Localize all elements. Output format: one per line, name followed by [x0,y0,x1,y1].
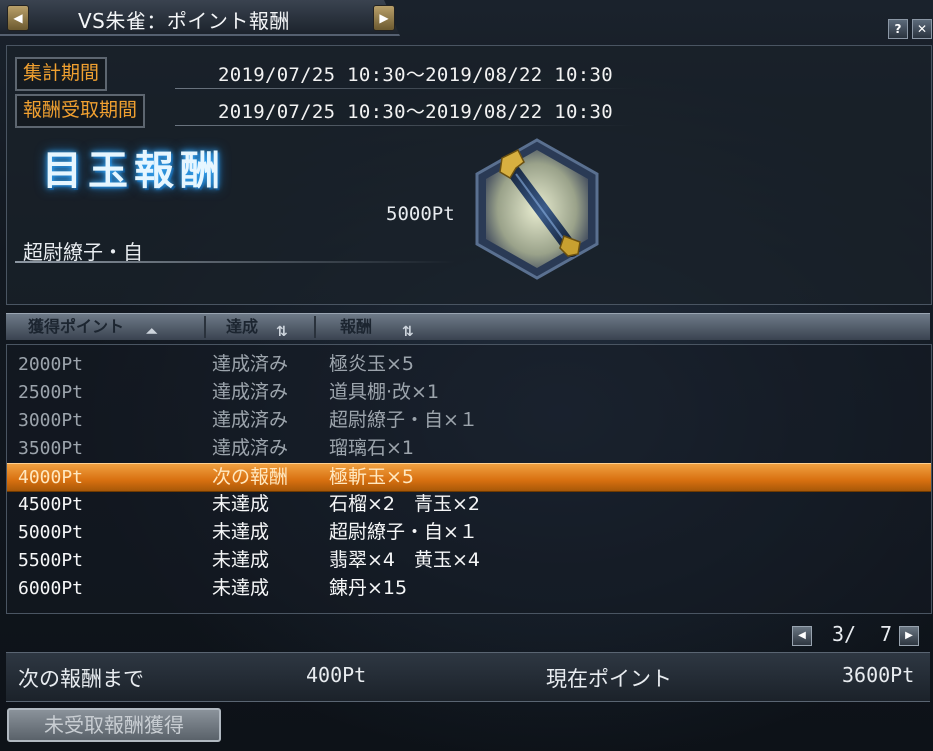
aggregation-period-label: 集計期間 [15,57,108,91]
table-row[interactable]: 2000Pt 達成済み 極炎玉×5 [7,351,931,378]
featured-reward-heading: 目玉報酬 [42,147,226,194]
row-reward: 瑠璃石×1 [329,437,415,459]
table-row[interactable]: 2500Pt 達成済み 道具棚·改×1 [7,379,931,406]
row-points: 3500Pt [18,438,84,459]
column-header-label: 獲得ポイント [28,317,125,336]
help-button[interactable]: ? [888,19,908,39]
table-row[interactable]: 3500Pt 達成済み 瑠璃石×1 [7,435,931,462]
row-status: 未達成 [212,549,270,571]
item-underline [15,261,455,263]
row-status: 達成済み [212,437,289,459]
row-status: 未達成 [212,493,270,515]
row-reward: 翡翠×4 黄玉×4 [329,549,481,571]
row-reward: 極炎玉×5 [329,353,415,375]
row-status: 次の報酬 [212,466,289,488]
table-row[interactable]: 4500Pt 未達成 石榴×2 青玉×2 [7,491,931,518]
sort-icon: ⇅ [276,324,288,340]
receive-period-value: 2019/07/25 10:30～2019/08/22 10:30 [218,101,613,123]
row-reward: 石榴×2 青玉×2 [329,493,481,515]
current-points-value: 3600Pt [842,663,915,687]
current-points-label: 現在ポイント [546,667,672,691]
row-reward: 道具棚·改×1 [329,381,440,403]
page-total: 7 [880,622,893,646]
row-points: 5500Pt [18,550,84,571]
table-row[interactable]: 6000Pt 未達成 錬丹×15 [7,575,931,602]
row-points: 4000Pt [18,467,84,488]
row-status: 達成済み [212,353,289,375]
rewards-table: 2000Pt 達成済み 極炎玉×5 2500Pt 達成済み 道具棚·改×1 30… [6,344,932,614]
row-points: 2500Pt [18,382,84,403]
claim-unreceived-rewards-button[interactable]: 未受取報酬獲得 [7,708,221,742]
divider [175,88,635,89]
featured-points: 5000Pt [386,203,455,225]
column-header-reward[interactable]: 報酬 ⇅ [318,316,436,340]
receive-period-label: 報酬受取期間 [15,94,146,128]
row-reward: 超尉繚子・自×１ [329,409,478,431]
column-header-label: 達成 [226,317,259,336]
points-summary-bar: 次の報酬まで 400Pt 現在ポイント 3600Pt [6,652,930,702]
row-points: 2000Pt [18,354,84,375]
sort-arrow-icon: ⏶ [146,324,158,340]
row-points: 4500Pt [18,494,84,515]
row-status: 達成済み [212,381,289,403]
featured-item-icon[interactable] [472,138,602,280]
row-status: 達成済み [212,409,289,431]
column-header-status[interactable]: 達成 ⇅ [204,316,316,340]
next-arrow-icon[interactable]: ▶ [373,5,395,31]
next-reward-value: 400Pt [306,663,367,687]
row-points: 5000Pt [18,522,84,543]
sort-icon: ⇅ [402,324,414,340]
row-status: 未達成 [212,577,270,599]
page-next-icon[interactable]: ▶ [899,626,919,646]
row-reward: 超尉繚子・自×１ [329,521,478,543]
row-points: 6000Pt [18,578,84,599]
prev-arrow-icon[interactable]: ◀ [7,5,29,31]
close-button[interactable]: ✕ [912,19,932,39]
title-bar: ◀ VS朱雀：ポイント報酬 ▶ ? ✕ [0,0,933,39]
table-row[interactable]: 5000Pt 未達成 超尉繚子・自×１ [7,519,931,546]
aggregation-period-value: 2019/07/25 10:30～2019/08/22 10:30 [218,64,613,86]
divider [175,125,635,126]
row-points: 3000Pt [18,410,84,431]
table-row[interactable]: 3000Pt 達成済み 超尉繚子・自×１ [7,407,931,434]
next-reward-label: 次の報酬まで [18,667,144,691]
window-title: VS朱雀：ポイント報酬 [78,9,290,33]
table-row[interactable]: 5500Pt 未達成 翡翠×4 黄玉×4 [7,547,931,574]
page-current: 3/ [832,622,857,646]
column-header-points[interactable]: 獲得ポイント ⏶ [6,316,206,340]
rewards-table-header: 獲得ポイント ⏶ 達成 ⇅ 報酬 ⇅ [6,313,930,340]
row-reward: 錬丹×15 [329,577,408,599]
column-header-label: 報酬 [340,317,373,336]
page-prev-icon[interactable]: ◀ [792,626,812,646]
row-reward: 極斬玉×5 [329,466,415,488]
row-status: 未達成 [212,521,270,543]
table-row-selected[interactable]: 4000Pt 次の報酬 極斬玉×5 [7,463,931,492]
